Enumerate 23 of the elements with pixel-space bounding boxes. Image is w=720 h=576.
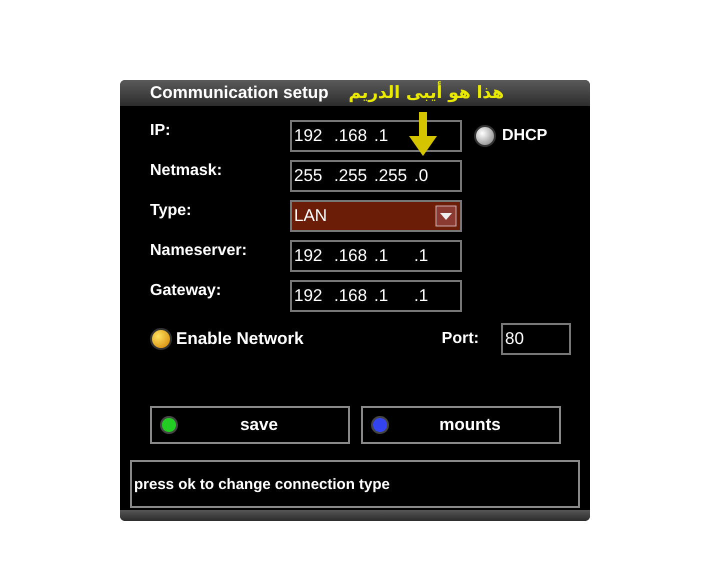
- type-dropdown[interactable]: LAN: [290, 200, 462, 232]
- option-label: Enable Network: [176, 329, 304, 349]
- field-label: Gateway:: [150, 282, 222, 300]
- address-field[interactable]: 192 .168 .1: [290, 120, 462, 152]
- field-label: Netmask:: [150, 162, 224, 180]
- status-bar: press ok to change connection type: [130, 460, 580, 508]
- caret-icon: [435, 205, 457, 227]
- address-field[interactable]: 192 .168 .1 .1: [290, 240, 462, 272]
- window-title: Communication setup: [150, 83, 329, 103]
- port-label: Port:: [442, 330, 479, 348]
- field-label: IP:: [150, 122, 172, 140]
- port-field[interactable]: 80: [501, 323, 571, 355]
- option-label: DHCP: [502, 127, 548, 145]
- radio-button[interactable]: [150, 328, 172, 350]
- address-field[interactable]: 192 .168 .1 .1: [290, 280, 462, 312]
- field-label: Nameserver:: [150, 242, 248, 260]
- radio-button[interactable]: [474, 125, 496, 147]
- field-label: Type:: [150, 202, 192, 220]
- action-button[interactable]: save: [150, 406, 350, 444]
- action-button[interactable]: mounts: [361, 406, 561, 444]
- address-field[interactable]: 255 .255 .255 .0: [290, 160, 462, 192]
- arrow-icon: [408, 112, 438, 156]
- annotation-text: هذا هو أيبى الدريم: [348, 83, 504, 103]
